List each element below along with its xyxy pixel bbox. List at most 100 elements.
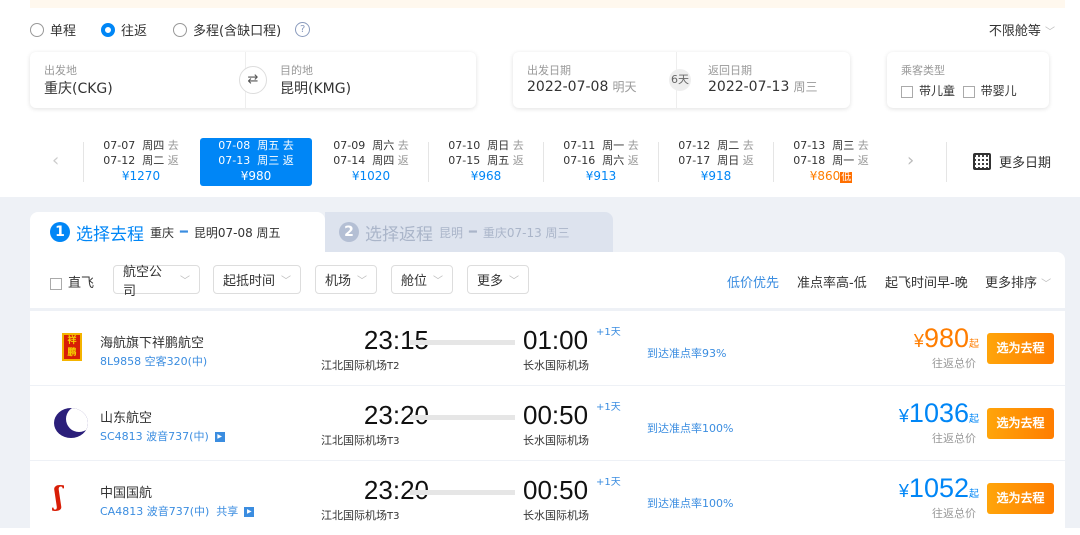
date-option[interactable]: 07-12 周二 去 07-17 周日 返 ¥918 (660, 138, 772, 186)
back-date: 07-17 (678, 154, 711, 167)
go-word: 去 (512, 139, 524, 152)
back-day: 周三 (257, 154, 280, 167)
select-outbound-button[interactable]: 选为去程 (987, 483, 1054, 514)
back-day: 周一 (832, 154, 855, 167)
more-sort[interactable]: 更多排序 ﹀ (985, 272, 1051, 291)
filter-button[interactable]: 机场 ﹀ (315, 265, 377, 294)
direct-checkbox[interactable]: 直飞 (50, 272, 94, 291)
to-field[interactable]: 目的地 昆明(KMG) (280, 62, 351, 98)
sort-ontime[interactable]: 准点率高-低 (797, 272, 867, 291)
tab-from: 昆明 (439, 225, 464, 240)
back-word: 返 (857, 154, 869, 167)
ontime-rate: 到达准点率100% (647, 497, 734, 510)
select-outbound-button[interactable]: 选为去程 (987, 333, 1054, 364)
from-field[interactable]: 出发地 重庆(CKG) (44, 62, 113, 98)
help-icon[interactable]: ? (295, 22, 311, 37)
price-value: 1036 (908, 398, 969, 428)
radio-label: 往返 (121, 24, 148, 39)
flight-info[interactable]: CA4813 波音737(中) 共享 ▶ (100, 503, 255, 519)
child-checkbox[interactable]: 带儿童 (901, 84, 955, 98)
filter-button[interactable]: 起抵时间 ﹀ (213, 265, 301, 294)
filter-button[interactable]: 更多 ﹀ (467, 265, 529, 294)
date-option[interactable]: 07-08 周五 去 07-13 周三 返 ¥980 (200, 138, 312, 186)
play-icon[interactable]: ▶ (244, 507, 255, 517)
date-price: ¥913 (585, 169, 617, 183)
date-price: ¥1270 (121, 169, 161, 183)
flight-line (410, 340, 515, 345)
notice-banner (30, 0, 1065, 8)
date-option[interactable]: 07-07 周四 去 07-12 周二 返 ¥1270 (85, 138, 197, 186)
price: ¥1052起 (899, 473, 979, 504)
play-icon[interactable]: ▶ (214, 432, 225, 442)
radio-multi-trip[interactable]: 多程(含缺口程)? (173, 20, 311, 39)
depart-label: 出发日期 (527, 64, 571, 77)
filter-button[interactable]: 舱位 ﹀ (391, 265, 453, 294)
calendar-icon (973, 153, 991, 170)
price-note: 往返总价 (932, 357, 976, 370)
next-dates-arrow[interactable]: › (907, 150, 914, 171)
airline-name: 中国国航 (100, 486, 153, 501)
date-option[interactable]: 07-10 周日 去 07-15 周五 返 ¥968 (430, 138, 542, 186)
swap-icon[interactable]: ⇄ (239, 66, 267, 94)
radio-label: 多程(含缺口程) (193, 24, 282, 39)
tab-title: 选择去程 (76, 224, 144, 245)
price-note: 往返总价 (932, 432, 976, 445)
flight-row[interactable]: 祥鹏 海航旗下祥鹏航空 8L9858 空客320(中) 23:15 江北国际机场… (30, 311, 1065, 385)
radio-round-trip[interactable]: 往返 (101, 20, 147, 39)
flight-number: 8L9858 空客320(中) (100, 355, 208, 368)
back-date: 07-16 (563, 154, 596, 167)
flight-info[interactable]: SC4813 波音737(中) ▶ (100, 428, 225, 444)
passenger-card: 乘客类型 带儿童 带婴儿 (887, 52, 1049, 108)
radio-circle (30, 22, 44, 37)
flight-info[interactable]: 8L9858 空客320(中) (100, 353, 207, 369)
date-option[interactable]: 07-11 周一 去 07-16 周六 返 ¥913 (545, 138, 657, 186)
next-day-label: +1天 (596, 327, 621, 338)
flight-row[interactable]: ʃ 中国国航 CA4813 波音737(中) 共享 ▶ 23:20 江北国际机场T… (30, 461, 1065, 535)
date-option[interactable]: 07-09 周六 去 07-14 周四 返 ¥1020 (315, 138, 427, 186)
lowest-badge: 低 (840, 172, 853, 183)
radio-one-way[interactable]: 单程 (30, 20, 76, 39)
date-price: ¥980 (240, 169, 272, 183)
go-day: 周日 (487, 139, 510, 152)
go-day: 周一 (602, 139, 625, 152)
infant-checkbox[interactable]: 带婴儿 (962, 84, 1017, 98)
arrival-time: 01:00 (523, 325, 589, 355)
filter-label: 航空公司 (123, 264, 163, 299)
child-label: 带儿童 (919, 84, 956, 98)
date-price: ¥968 (470, 169, 502, 183)
more-sort-label: 更多排序 (985, 276, 1038, 291)
departure-terminal: T3 (387, 436, 400, 447)
depart-date-field[interactable]: 出发日期 2022-07-08 明天 (527, 62, 637, 95)
arrival-time: 00:50 (523, 475, 589, 505)
filter-label: 起抵时间 (223, 274, 276, 289)
date-price: ¥1020 (351, 169, 391, 183)
go-word: 去 (282, 139, 294, 152)
chevron-down-icon: ﹀ (281, 276, 291, 287)
tab-to: 昆明07-08 周五 (193, 225, 281, 240)
divider (428, 142, 429, 182)
to-value: 昆明(KMG) (280, 81, 352, 97)
tab-select-outbound[interactable]: 1 选择去程 重庆 ━ 昆明07-08 周五 (30, 212, 325, 252)
select-outbound-button[interactable]: 选为去程 (987, 408, 1054, 439)
date-price: ¥918 (700, 169, 732, 183)
sort-price[interactable]: 低价优先 (727, 272, 779, 291)
flight-row[interactable]: 山东航空 SC4813 波音737(中) ▶ 23:20 江北国际机场T3 00:… (30, 386, 1065, 460)
airline-logo: 祥鹏 (62, 333, 82, 361)
filter-button[interactable]: 航空公司 ﹀ (113, 265, 200, 299)
depart-note: 明天 (612, 80, 637, 94)
divider (83, 142, 84, 182)
airline-logo: ʃ (54, 482, 63, 512)
tab-select-return[interactable]: 2 选择返程 昆明 ━ 重庆07-13 周三 (325, 212, 613, 252)
cabin-select[interactable]: 不限舱等 ﹀ (989, 20, 1055, 39)
step-number: 1 (50, 222, 70, 242)
airline-logo (54, 408, 88, 438)
sort-departure[interactable]: 起飞时间早-晚 (885, 272, 968, 291)
date-option[interactable]: 07-13 周三 去 07-18 周一 返 ¥860低 (775, 138, 887, 186)
prev-dates-arrow[interactable]: ‹ (52, 150, 59, 171)
more-dates-button[interactable]: 更多日期 (973, 152, 1051, 171)
currency: ¥ (898, 406, 909, 426)
chevron-down-icon: ﹀ (1041, 279, 1052, 290)
go-date: 07-07 (103, 139, 136, 152)
return-date-field[interactable]: 返回日期 2022-07-13 周三 (708, 62, 818, 95)
filter-label: 机场 (325, 274, 352, 289)
